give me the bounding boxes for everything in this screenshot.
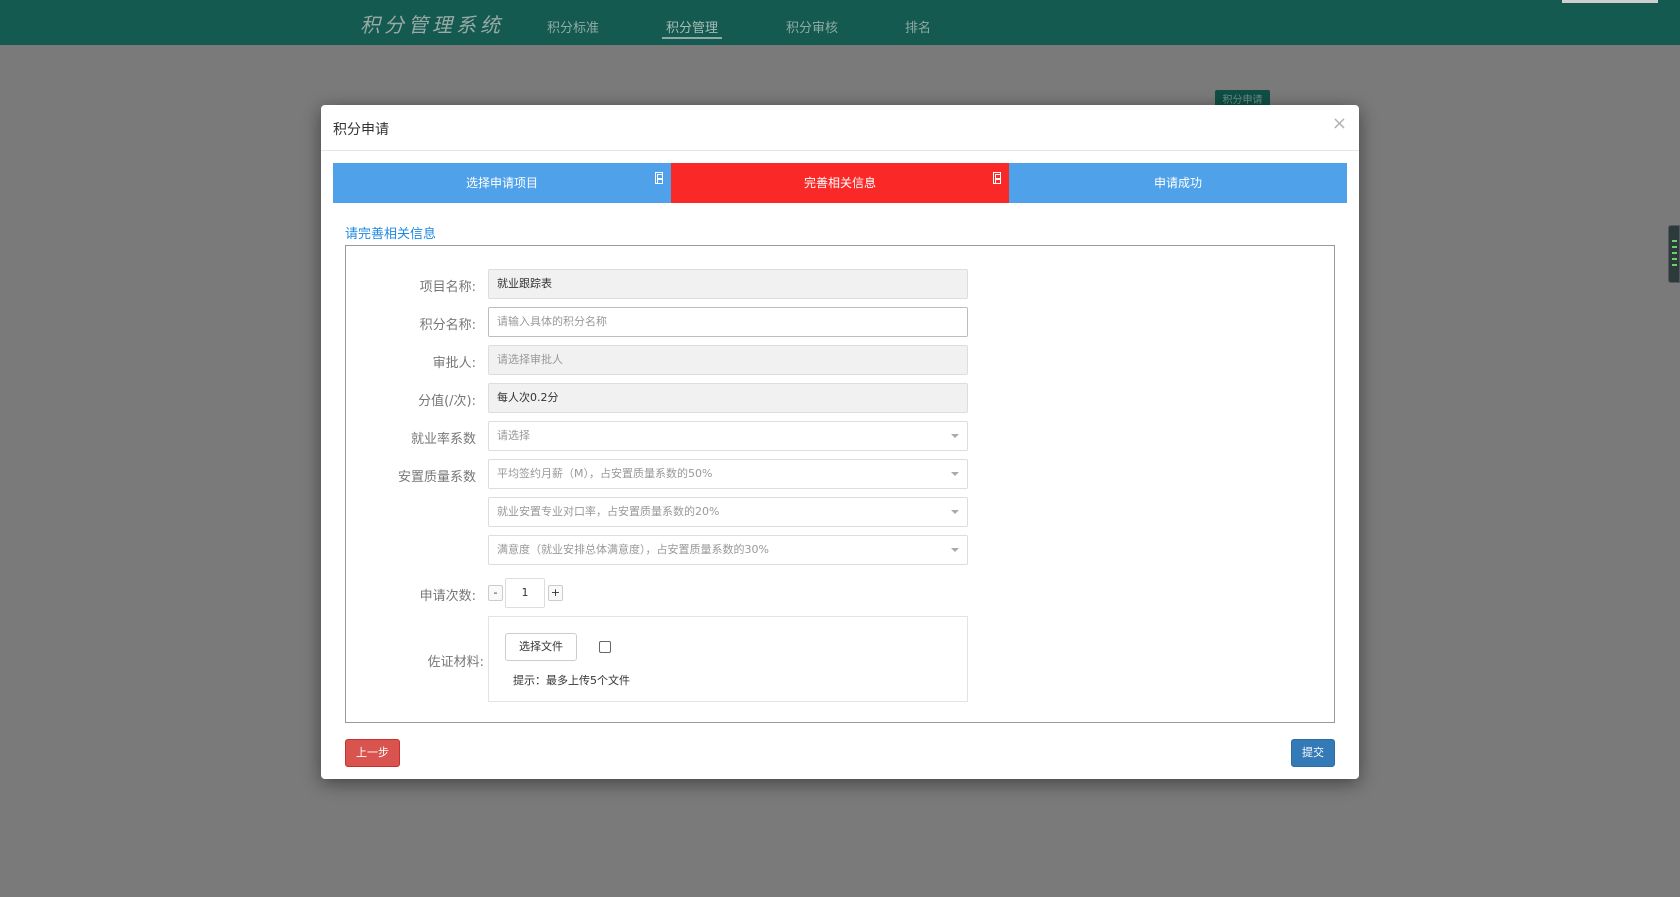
top-right-widget: [1562, 0, 1658, 3]
placement-salary-select[interactable]: 平均签约月薪（M），占安置质量系数的50%: [488, 459, 968, 489]
nav-active-indicator: [662, 37, 722, 39]
placement-major-match-select[interactable]: 就业安置专业对口率，占安置质量系数的20%: [488, 497, 968, 527]
file-checkbox[interactable]: [599, 641, 611, 653]
placement-satisfaction-select[interactable]: 满意度（就业安排总体满意度），占安置质量系数的30%: [488, 535, 968, 565]
employment-rate-label: 就业率系数: [410, 432, 476, 447]
evidence-upload-area: 选择文件 提示：最多上传5个文件: [488, 616, 968, 702]
info-form: 项目名称: 就业跟踪表 积分名称: 请输入具体的积分名称 审批人: 请选择审批人…: [345, 245, 1335, 723]
upload-hint: 提示：最多上传5个文件: [513, 674, 630, 687]
previous-step-button[interactable]: 上一步: [345, 739, 400, 767]
approver-label: 审批人:: [432, 356, 476, 371]
step-arrow-icon: [993, 172, 1001, 184]
project-name-label: 项目名称:: [419, 280, 476, 295]
apply-count-input[interactable]: 1: [505, 578, 545, 608]
brand-logo[interactable]: 积分管理系统: [360, 9, 504, 38]
choose-file-button[interactable]: 选择文件: [505, 633, 577, 661]
modal-title: 积分申请: [333, 122, 389, 138]
score-value-label: 分值(/次):: [418, 394, 476, 409]
step-label: 完善相关信息: [803, 176, 876, 190]
step-select-project[interactable]: 选择申请项目: [333, 163, 671, 203]
step-complete-info[interactable]: 完善相关信息: [671, 163, 1009, 203]
project-name-field: 就业跟踪表: [488, 269, 968, 299]
top-navbar: 积分管理系统 积分标准 积分管理 积分审核 排名: [0, 0, 1680, 45]
score-name-label: 积分名称:: [419, 318, 476, 333]
modal-header: 积分申请 ×: [321, 105, 1359, 151]
close-icon[interactable]: ×: [1332, 115, 1347, 133]
submit-button[interactable]: 提交: [1291, 739, 1335, 767]
evidence-label: 佐证材料:: [427, 655, 484, 670]
decrement-button[interactable]: -: [488, 585, 503, 601]
section-title: 请完善相关信息: [345, 227, 437, 242]
employment-rate-select[interactable]: 请选择: [488, 421, 968, 451]
wizard-steps: 选择申请项目 完善相关信息 申请成功: [333, 163, 1347, 203]
step-arrow-icon: [655, 172, 663, 184]
score-name-input[interactable]: 请输入具体的积分名称: [488, 307, 968, 337]
increment-button[interactable]: +: [548, 585, 563, 601]
step-label: 申请成功: [1153, 176, 1202, 190]
side-panel-handle[interactable]: [1668, 225, 1680, 283]
nav-item-score-standard[interactable]: 积分标准: [547, 17, 599, 36]
score-value-field: 每人次0.2分: [488, 383, 968, 413]
apply-count-label: 申请次数:: [419, 589, 476, 604]
nav-item-score-review[interactable]: 积分审核: [786, 17, 838, 36]
nav-item-ranking[interactable]: 排名: [905, 17, 931, 36]
placement-quality-label: 安置质量系数: [397, 470, 476, 485]
approver-field[interactable]: 请选择审批人: [488, 345, 968, 375]
step-success[interactable]: 申请成功: [1009, 163, 1347, 203]
score-apply-modal: 积分申请 × 选择申请项目 完善相关信息 申请成功 请完善相关信息 项目名称: …: [321, 105, 1359, 779]
step-label: 选择申请项目: [465, 176, 538, 190]
nav-item-score-management[interactable]: 积分管理: [666, 17, 718, 36]
